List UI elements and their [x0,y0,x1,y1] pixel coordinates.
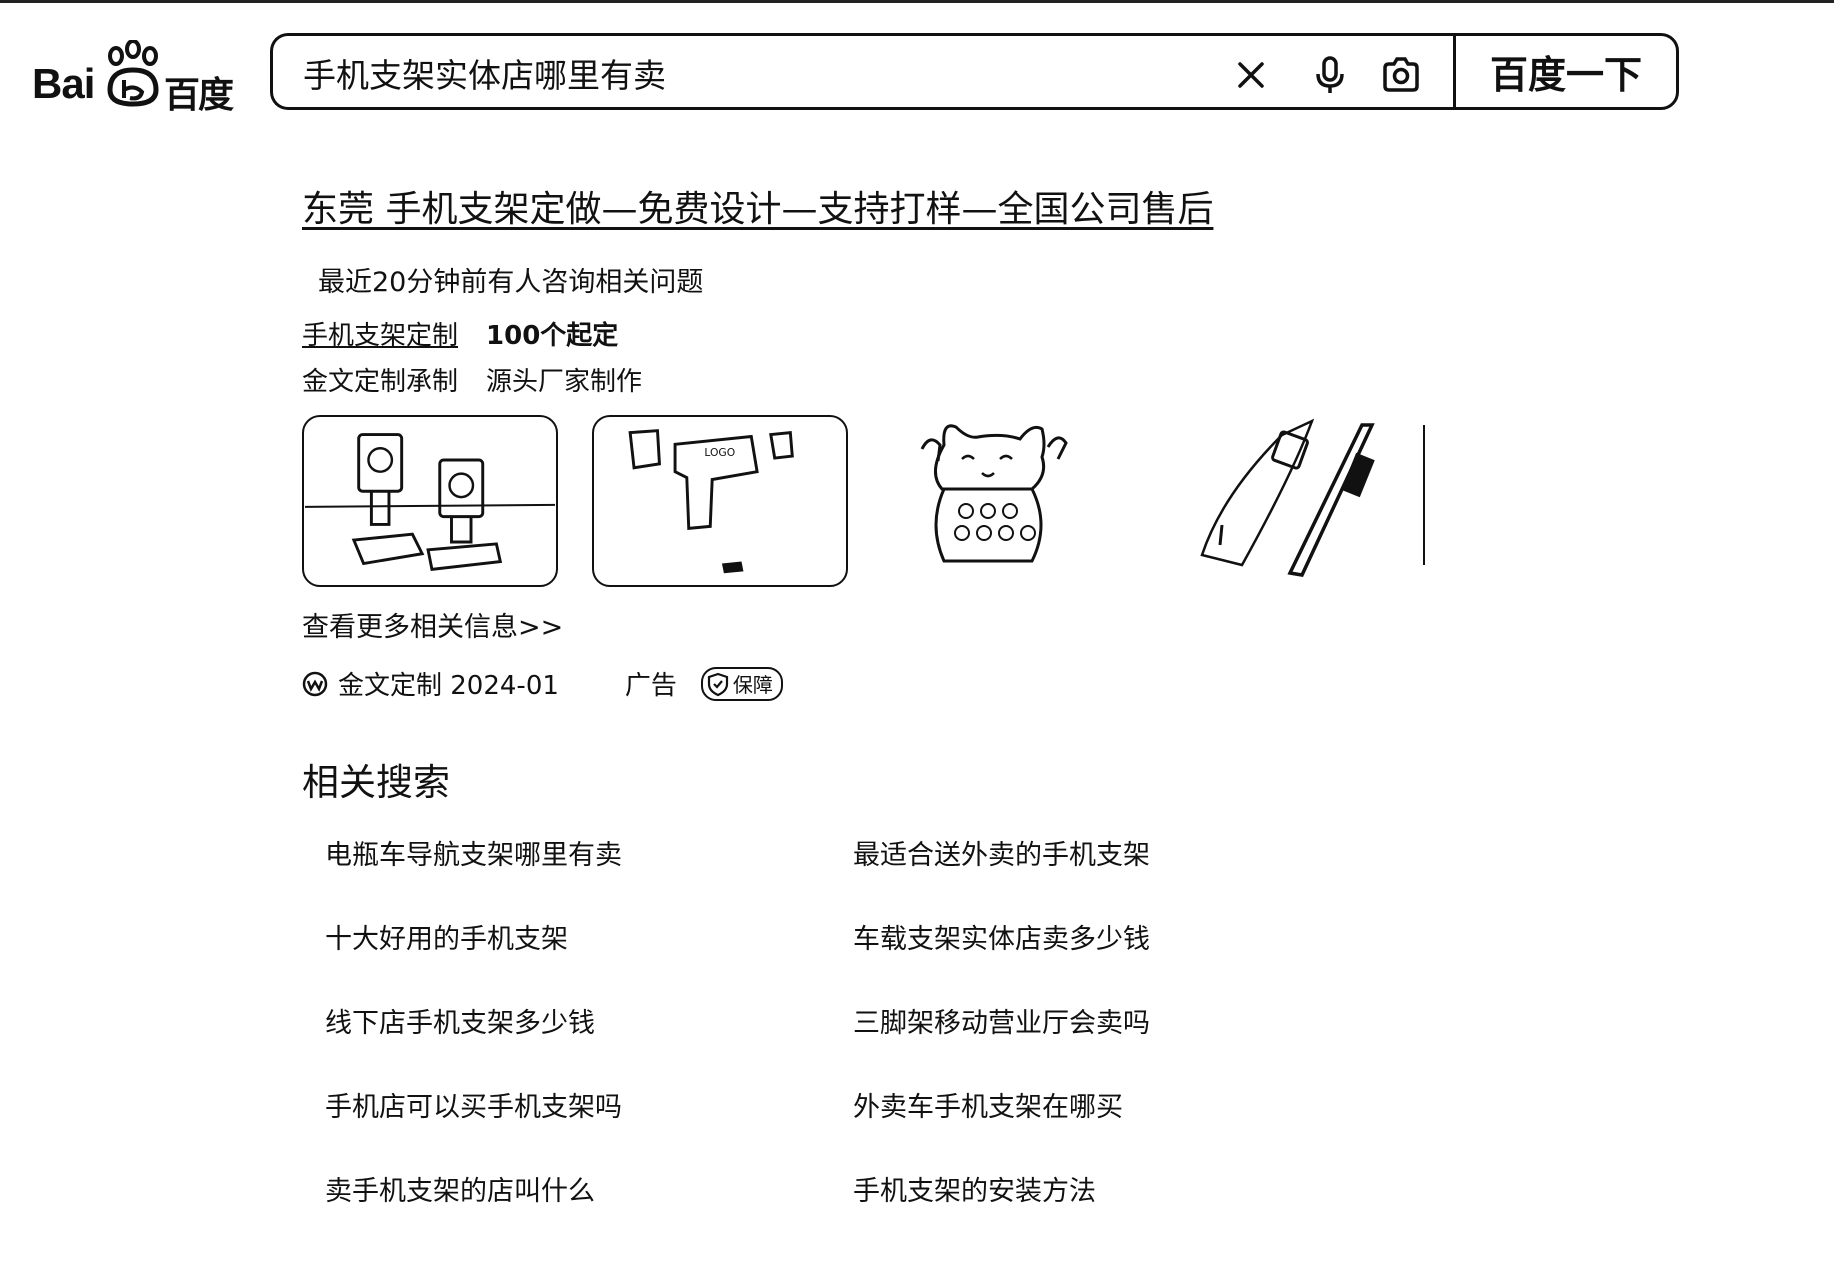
related-search-link[interactable]: 车载支架实体店卖多少钱 [853,917,1150,956]
related-search-link[interactable]: 手机店可以买手机支架吗 [325,1085,622,1124]
guarantee-label: 保障 [732,673,773,697]
tag-min-order: 100个起定 [486,321,619,351]
tag-factory: 源头厂家制作 [486,367,643,397]
logo-text-latin: Bai [32,60,95,107]
thumbnail-phone-stands[interactable] [302,415,558,587]
search-button[interactable]: 百度一下 [1453,33,1679,110]
related-search-link[interactable]: 线下店手机支架多少钱 [325,1001,595,1040]
tag-service: 金文定制承制 [302,367,459,397]
related-search-link[interactable]: 卖手机支架的店叫什么 [325,1169,595,1208]
clear-icon[interactable] [1228,52,1274,98]
thumbnail-selfie-stick[interactable] [1172,415,1428,587]
thumbnail-logo-holder[interactable]: LOGO [592,415,848,587]
search-input[interactable] [301,46,1185,100]
thumbnail-lucky-cat[interactable] [882,415,1138,587]
related-search-link[interactable]: 外卖车手机支架在哪买 [853,1085,1123,1124]
source-name[interactable]: 金文定制 2024-01 [338,665,559,702]
tag-row-1: 手机支架定制 100个起定 [302,315,618,352]
source-line: 金文定制 2024-01 广告 保障 [302,665,783,702]
thumbnail-row: LOGO [302,415,1432,587]
more-info-link[interactable]: 查看更多相关信息>> [302,605,563,644]
guarantee-badge[interactable]: 保障 [700,666,783,701]
tag-row-2: 金文定制承制 源头厂家制作 [302,361,642,398]
microphone-icon[interactable] [1307,52,1353,98]
tag-link-custom[interactable]: 手机支架定制 [302,321,458,351]
ad-label: 广告 [624,671,677,701]
paw-logo-icon [107,40,159,107]
related-search-link[interactable]: 手机支架的安装方法 [853,1169,1096,1208]
camera-icon[interactable] [1378,52,1424,98]
related-search-link[interactable]: 十大好用的手机支架 [325,917,568,956]
thumbnail-logo-text: LOGO [704,446,735,459]
related-search-link[interactable]: 最适合送外卖的手机支架 [853,833,1150,872]
source-logo-icon [302,671,328,696]
logo-text-cn: 百度 [164,75,234,116]
baidu-logo[interactable]: Bai 百度 [32,36,240,116]
consult-note: 最近20分钟前有人咨询相关问题 [318,267,704,298]
related-search-link[interactable]: 电瓶车导航支架哪里有卖 [325,833,622,872]
search-box [270,33,1453,110]
related-searches-heading: 相关搜索 [302,761,450,804]
shield-icon [707,672,729,696]
top-border-line [0,0,1834,3]
related-search-link[interactable]: 三脚架移动营业厅会卖吗 [853,1001,1150,1040]
result-title-link[interactable]: 东莞 手机支架定做—免费设计—支持打样—全国公司售后 [302,180,1213,232]
